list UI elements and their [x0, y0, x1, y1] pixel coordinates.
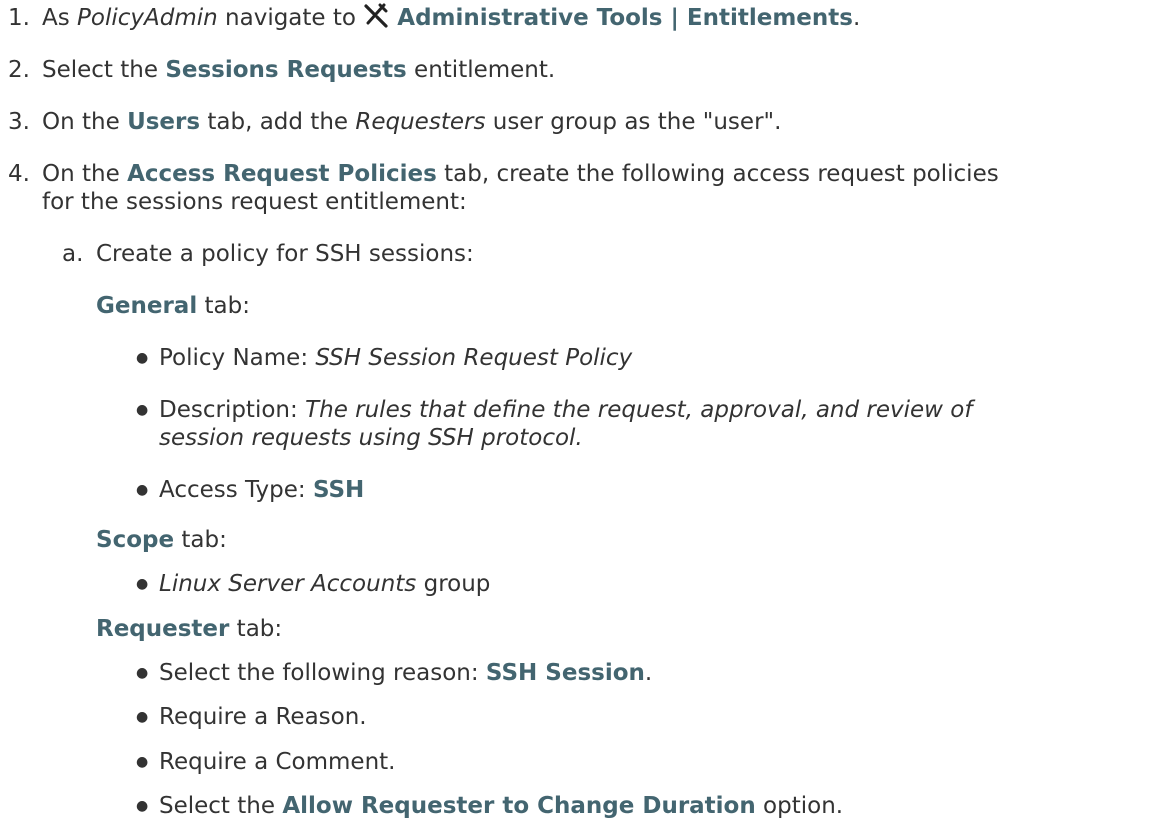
substep-letter: a.	[62, 241, 84, 267]
step-3: 3. On the Users tab, add the Requesters u…	[8, 106, 781, 138]
menu-path: Administrative Tools | Entitlements	[397, 5, 853, 31]
step-2: 2. Select the Sessions Requests entitleme…	[8, 54, 555, 86]
requester-tab-heading: Requester tab:	[96, 613, 282, 645]
group-name: Linux Server Accounts	[159, 571, 417, 597]
bullet-text: .	[644, 660, 653, 686]
description-continuation: session requests using SSH protocol.	[159, 425, 583, 451]
bullet-require-comment: ● Require a Comment.	[136, 746, 395, 781]
bullet-text: Select the following reason:	[159, 660, 486, 686]
step-text: On the	[42, 109, 128, 135]
step-text: Select the	[42, 57, 166, 83]
role-name: PolicyAdmin	[77, 5, 218, 31]
tab-name: Requester	[96, 616, 230, 642]
step-1: 1. As PolicyAdmin navigate to Administrat…	[8, 2, 860, 34]
step-number: 1.	[8, 5, 30, 31]
tab-name: Access Request Policies	[127, 161, 437, 187]
bullet-access-type: ● Access Type: SSH	[136, 474, 364, 509]
step-text: user group as the "user".	[485, 109, 782, 135]
bullet-scope-group: ● Linux Server Accounts group	[136, 568, 490, 603]
step-text: .	[852, 5, 861, 31]
bullet-policy-name: ● Policy Name: SSH Session Request Policy	[136, 342, 632, 377]
field-value: SSH	[312, 477, 365, 503]
bullet-text: Select the	[159, 793, 283, 819]
option-name: Allow Requester to Change Duration	[282, 793, 756, 819]
heading-suffix: tab:	[229, 616, 283, 642]
step-4-continuation: for the sessions request entitlement:	[42, 189, 467, 215]
field-value: The rules that define the request, appro…	[305, 397, 973, 423]
group-name: Requesters	[355, 109, 486, 135]
step-text: As	[42, 5, 78, 31]
field-label: Access Type:	[159, 477, 313, 503]
bullet-icon: ●	[136, 709, 149, 725]
general-tab-heading: General tab:	[96, 290, 250, 322]
field-label: Policy Name:	[159, 345, 316, 371]
bullet-icon: ●	[136, 402, 149, 418]
bullet-require-reason: ● Require a Reason.	[136, 701, 367, 736]
bullet-text: Require a Reason.	[159, 704, 367, 730]
bullet-icon: ●	[136, 798, 149, 814]
step-text: navigate to	[217, 5, 364, 31]
field-value: SSH Session Request Policy	[315, 345, 633, 371]
step-text: tab, create the following access request…	[436, 161, 999, 187]
reason-value: SSH Session	[485, 660, 645, 686]
bullet-text: option.	[755, 793, 844, 819]
step-number: 2.	[8, 57, 30, 83]
substep-a: a. Create a policy for SSH sessions:	[62, 238, 474, 270]
heading-suffix: tab:	[174, 527, 227, 553]
bullet-icon: ●	[136, 350, 149, 366]
substep-text: Create a policy for SSH sessions:	[96, 241, 474, 267]
field-label: Description:	[159, 397, 306, 423]
tab-name: Users	[127, 109, 201, 135]
bullet-change-duration: ● Select the Allow Requester to Change Du…	[136, 790, 843, 825]
scope-tab-heading: Scope tab:	[96, 524, 227, 556]
bullet-reason: ● Select the following reason: SSH Sessio…	[136, 657, 652, 692]
bullet-icon: ●	[136, 482, 149, 498]
heading-suffix: tab:	[197, 293, 250, 319]
step-text: On the	[42, 161, 128, 187]
step-text: tab, add the	[200, 109, 356, 135]
bullet-icon: ●	[136, 665, 149, 681]
bullet-icon: ●	[136, 576, 149, 592]
administrative-tools-icon	[363, 2, 389, 28]
bullet-text: group	[416, 571, 491, 597]
step-number: 3.	[8, 109, 30, 135]
bullet-text: Require a Comment.	[159, 749, 396, 775]
bullet-icon: ●	[136, 754, 149, 770]
tab-name: General	[96, 293, 198, 319]
tab-name: Scope	[96, 527, 175, 553]
document-page: { "steps": { "s1": { "num": "1.", "t1": …	[0, 0, 1160, 828]
step-number: 4.	[8, 161, 30, 187]
entitlement-name: Sessions Requests	[165, 57, 407, 83]
step-text: entitlement.	[406, 57, 556, 83]
